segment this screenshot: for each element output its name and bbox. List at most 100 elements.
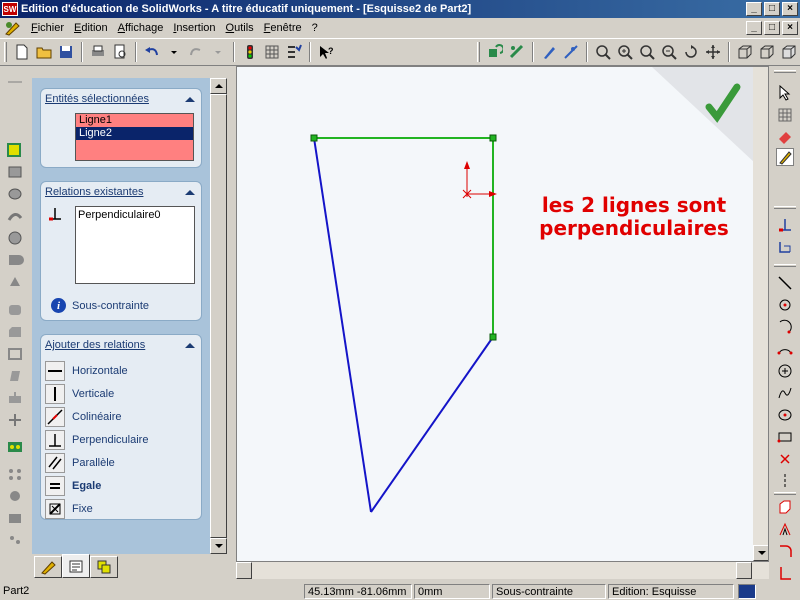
rib-icon[interactable] bbox=[6, 390, 24, 406]
spline-icon[interactable] bbox=[776, 384, 794, 402]
extrude-boss-icon[interactable] bbox=[6, 164, 24, 180]
sketch-icon[interactable] bbox=[776, 148, 794, 166]
sketch-canvas[interactable] bbox=[237, 67, 769, 562]
undo-icon[interactable] bbox=[141, 41, 163, 63]
display-relations-icon[interactable] bbox=[776, 238, 794, 256]
list-item[interactable]: Perpendiculaire0 bbox=[78, 209, 192, 221]
tab-configuration-manager[interactable] bbox=[90, 556, 118, 578]
menu-edition[interactable]: Edition bbox=[69, 22, 113, 34]
zoom-selection-icon[interactable] bbox=[658, 41, 680, 63]
centerpoint-arc-icon[interactable] bbox=[776, 296, 794, 314]
selected-entities-list[interactable]: Ligne1 Ligne2 bbox=[75, 113, 194, 161]
vertical-scrollbar[interactable] bbox=[753, 67, 768, 561]
open-folder-icon[interactable] bbox=[33, 41, 55, 63]
trim-icon[interactable] bbox=[776, 564, 794, 582]
sketch-relations-icon[interactable] bbox=[506, 41, 528, 63]
convert-entities-icon[interactable] bbox=[776, 498, 794, 516]
add-relation-icon[interactable] bbox=[776, 216, 794, 234]
menu-outils[interactable]: Outils bbox=[221, 22, 259, 34]
wireframe-icon[interactable] bbox=[734, 41, 756, 63]
relation-horizontal-button[interactable]: Horizontale bbox=[45, 360, 128, 381]
circular-pattern-icon[interactable] bbox=[6, 466, 24, 482]
three-point-arc-icon[interactable] bbox=[776, 340, 794, 358]
doc-restore-button[interactable]: □ bbox=[764, 21, 780, 35]
save-icon[interactable] bbox=[55, 41, 77, 63]
scroll-down-button[interactable] bbox=[210, 538, 227, 554]
print-icon[interactable] bbox=[87, 41, 109, 63]
collapse-icon[interactable] bbox=[185, 189, 195, 195]
linear-pattern-icon[interactable] bbox=[6, 439, 24, 455]
loft-icon[interactable] bbox=[6, 230, 24, 246]
relation-equal-button[interactable]: Egale bbox=[45, 475, 101, 496]
sketch-line-bottom[interactable] bbox=[370, 336, 494, 513]
sketch-point[interactable] bbox=[489, 333, 497, 341]
circle-icon[interactable] bbox=[776, 362, 794, 380]
grid-icon[interactable] bbox=[776, 106, 794, 124]
list-item[interactable]: Ligne2 bbox=[76, 127, 193, 140]
menu-fichier[interactable]: Fichier bbox=[26, 22, 69, 34]
doc-minimize-button[interactable]: _ bbox=[746, 21, 762, 35]
scroll-down-button[interactable] bbox=[753, 545, 768, 561]
sketch-point[interactable] bbox=[489, 134, 497, 142]
reference-geometry-icon[interactable] bbox=[6, 412, 24, 428]
toolbar-grip[interactable] bbox=[4, 42, 7, 62]
rebuild-icon[interactable] bbox=[484, 41, 506, 63]
chamfer-icon[interactable] bbox=[6, 324, 24, 340]
close-button[interactable]: × bbox=[782, 2, 798, 16]
revolve-cut-icon[interactable] bbox=[6, 274, 24, 290]
confirmation-corner[interactable] bbox=[652, 67, 769, 177]
sketch-doc-icon[interactable] bbox=[4, 20, 22, 36]
revolve-boss-icon[interactable] bbox=[6, 186, 24, 202]
zoom-fit-icon[interactable] bbox=[592, 41, 614, 63]
relation-vertical-button[interactable]: Verticale bbox=[45, 383, 114, 404]
redo-icon[interactable] bbox=[185, 41, 207, 63]
eraser-icon[interactable] bbox=[776, 128, 794, 146]
list-item[interactable]: Ligne1 bbox=[76, 114, 193, 127]
line-icon[interactable] bbox=[776, 274, 794, 292]
whats-this-icon[interactable]: ? bbox=[315, 41, 337, 63]
collapse-icon[interactable] bbox=[185, 342, 195, 348]
select-icon[interactable] bbox=[776, 84, 794, 102]
redo-dropdown-icon[interactable] bbox=[207, 41, 229, 63]
draft-icon[interactable] bbox=[6, 368, 24, 384]
hidden-lines-icon[interactable] bbox=[756, 41, 778, 63]
doc-close-button[interactable]: × bbox=[782, 21, 798, 35]
shaded-icon[interactable] bbox=[778, 41, 800, 63]
new-file-icon[interactable] bbox=[11, 41, 33, 63]
traffic-light-icon[interactable] bbox=[239, 41, 261, 63]
sketch-plane-icon[interactable] bbox=[6, 142, 24, 158]
centerline-icon[interactable] bbox=[776, 472, 794, 490]
scroll-left-button[interactable] bbox=[236, 562, 252, 579]
zoom-area-icon[interactable] bbox=[614, 41, 636, 63]
grid-icon[interactable] bbox=[261, 41, 283, 63]
status-indicator-icon[interactable] bbox=[738, 584, 756, 599]
minimize-button[interactable]: _ bbox=[746, 2, 762, 16]
fillet-icon[interactable] bbox=[6, 302, 24, 318]
offset-entities-icon[interactable] bbox=[776, 520, 794, 538]
relation-perpendicular-button[interactable]: Perpendiculaire bbox=[45, 429, 148, 450]
collapse-icon[interactable] bbox=[185, 96, 195, 102]
tab-property-manager[interactable] bbox=[62, 554, 90, 578]
ellipse-icon[interactable] bbox=[776, 406, 794, 424]
scroll-right-button[interactable] bbox=[736, 562, 752, 579]
rectangle-icon[interactable] bbox=[776, 428, 794, 446]
horizontal-scrollbar[interactable] bbox=[236, 562, 769, 579]
sketch-line-left[interactable] bbox=[313, 137, 372, 513]
menu-affichage[interactable]: Affichage bbox=[113, 22, 169, 34]
menu-fenetre[interactable]: Fenêtre bbox=[259, 22, 307, 34]
maximize-button[interactable]: □ bbox=[764, 2, 780, 16]
edit-sketch-icon[interactable] bbox=[538, 41, 560, 63]
extrude-cut-icon[interactable] bbox=[6, 252, 24, 268]
relation-collinear-button[interactable]: Colinéaire bbox=[45, 406, 122, 427]
property-manager-scrollbar[interactable] bbox=[210, 78, 227, 554]
menu-help[interactable]: ? bbox=[307, 22, 323, 34]
relation-parallel-button[interactable]: Parallèle bbox=[45, 452, 115, 473]
sketch-fillet-icon[interactable] bbox=[776, 542, 794, 560]
tab-feature-manager[interactable] bbox=[34, 556, 62, 578]
scroll-up-button[interactable] bbox=[210, 78, 227, 94]
undo-dropdown-icon[interactable] bbox=[163, 41, 185, 63]
relation-fix-button[interactable]: Fixe bbox=[45, 498, 93, 519]
shell-icon[interactable] bbox=[6, 346, 24, 362]
sweep-icon[interactable] bbox=[6, 208, 24, 224]
tangent-arc-icon[interactable] bbox=[776, 318, 794, 336]
